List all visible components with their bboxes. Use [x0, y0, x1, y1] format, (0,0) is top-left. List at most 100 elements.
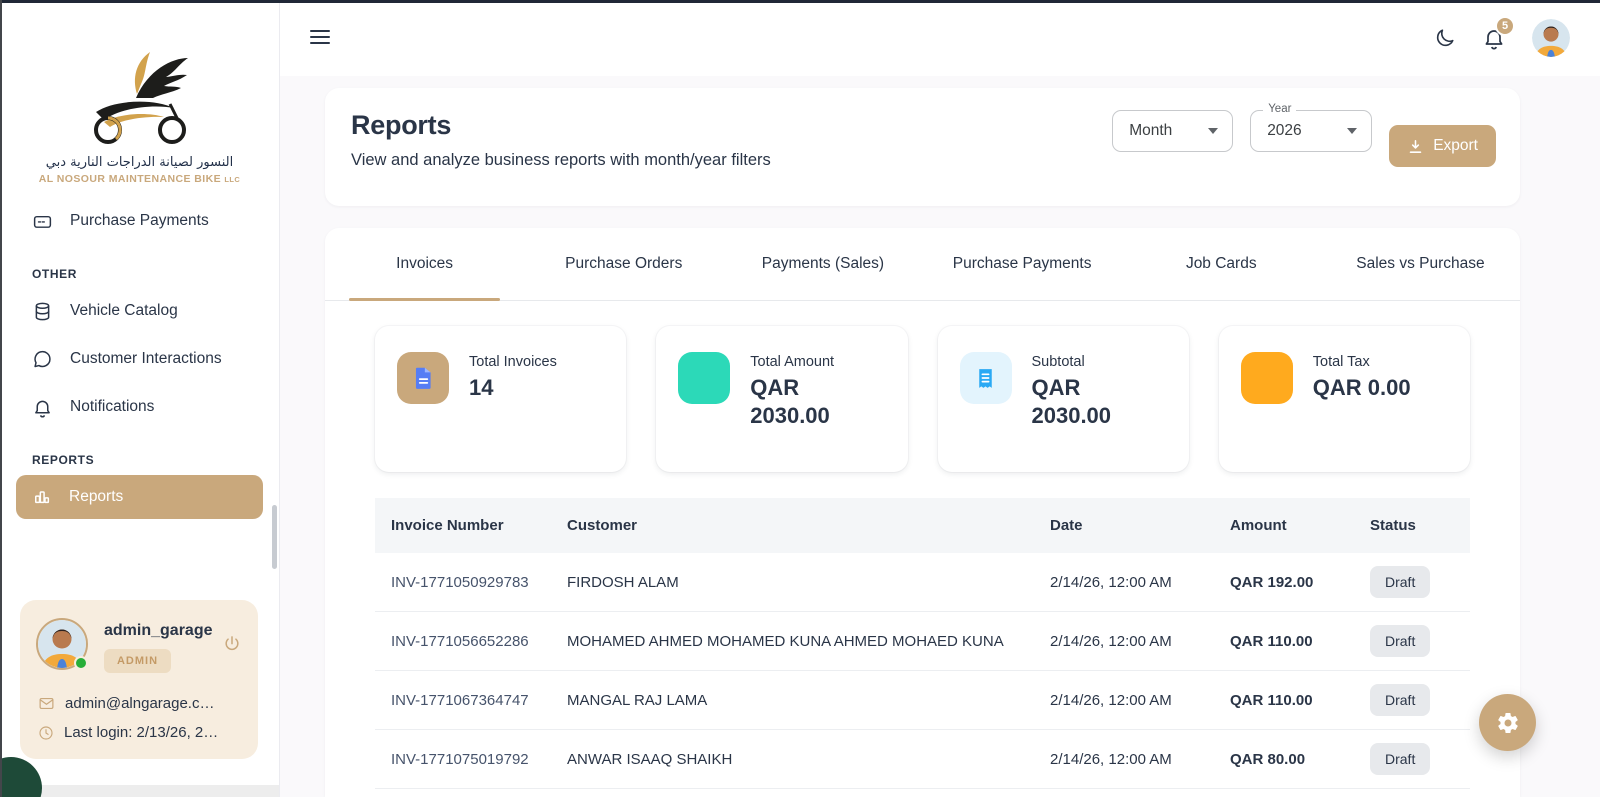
cell-invoice-number: INV-1771050929783	[375, 574, 567, 591]
topbar: 5	[280, 0, 1600, 76]
database-icon	[32, 301, 53, 322]
sidebar-scrollbar[interactable]	[272, 505, 277, 569]
table-row[interactable]: INV-1771075019792 ANWAR ISAAQ SHAIKH 2/1…	[375, 730, 1470, 789]
page-header-card: Reports View and analyze business report…	[325, 88, 1520, 206]
stat-label: Subtotal	[1032, 354, 1158, 370]
table-row[interactable]: INV-1771050929783 FIRDOSH ALAM 2/14/26, …	[375, 553, 1470, 612]
cell-amount: QAR 110.00	[1230, 633, 1370, 650]
moon-icon	[1433, 27, 1456, 50]
table-row[interactable]: INV-1771056652286 MOHAMED AHMED MOHAMED …	[375, 612, 1470, 671]
gear-icon	[1496, 711, 1520, 735]
stat-value: QAR 0.00	[1313, 374, 1411, 402]
table-row[interactable]: INV-1771067364747 MANGAL RAJ LAMA 2/14/2…	[375, 671, 1470, 730]
main-content: Reports View and analyze business report…	[280, 76, 1600, 797]
invoices-table: Invoice Number Customer Date Amount Stat…	[375, 498, 1470, 789]
cell-amount: QAR 192.00	[1230, 574, 1370, 591]
chevron-down-icon	[1208, 128, 1218, 134]
tab-purchase-orders[interactable]: Purchase Orders	[524, 228, 723, 300]
sidebar-item-customer-interactions[interactable]: Customer Interactions	[16, 337, 263, 381]
company-logo[interactable]: النسور لصيانة الدراجات النارية دبي AL NO…	[0, 0, 279, 185]
sidebar-section-reports: REPORTS	[32, 453, 279, 467]
download-icon	[1407, 138, 1424, 155]
cell-invoice-number: INV-1771075019792	[375, 751, 567, 768]
user-profile-card: admin_garage ADMIN admin@alngarage.c… La…	[20, 600, 258, 759]
page-title: Reports	[351, 110, 451, 141]
logo-arabic-text: النسور لصيانة الدراجات النارية دبي	[0, 155, 279, 170]
month-filter-value: Month	[1129, 122, 1172, 140]
stat-value: QAR 2030.00	[750, 374, 876, 429]
power-icon	[222, 634, 242, 654]
col-invoice-number: Invoice Number	[375, 517, 567, 534]
settings-fab[interactable]	[1479, 694, 1536, 751]
credit-card-icon	[32, 211, 53, 232]
chat-bubble-icon	[32, 349, 53, 370]
menu-toggle-button[interactable]	[310, 30, 330, 44]
stat-label: Total Tax	[1313, 354, 1411, 370]
tab-invoices[interactable]: Invoices	[325, 228, 524, 300]
tax-icon	[1241, 352, 1293, 404]
stat-total-amount: Total Amount QAR 2030.00	[656, 326, 907, 472]
online-status-dot	[74, 656, 88, 670]
cell-amount: QAR 110.00	[1230, 692, 1370, 709]
invoice-document-icon	[410, 365, 436, 391]
sidebar-item-reports[interactable]: Reports	[16, 475, 263, 519]
receipt-icon	[973, 366, 998, 391]
sidebar-item-purchase-payments[interactable]: Purchase Payments	[16, 199, 263, 243]
avatar[interactable]	[1532, 19, 1570, 57]
logo-llc-suffix: LLC	[224, 175, 240, 184]
whatsapp-fab-partial[interactable]	[0, 757, 42, 797]
stat-subtotal: Subtotal QAR 2030.00	[938, 326, 1189, 472]
sidebar-nav: Purchase Payments OTHER Vehicle Catalog …	[0, 199, 279, 519]
cell-date: 2/14/26, 12:00 AM	[1050, 751, 1230, 768]
sidebar-section-other: OTHER	[32, 267, 279, 281]
cell-date: 2/14/26, 12:00 AM	[1050, 692, 1230, 709]
sidebar-item-notifications[interactable]: Notifications	[16, 385, 263, 429]
table-header-row: Invoice Number Customer Date Amount Stat…	[375, 498, 1470, 553]
col-customer: Customer	[567, 517, 1050, 534]
stat-label: Total Invoices	[469, 354, 557, 370]
tab-job-cards[interactable]: Job Cards	[1122, 228, 1321, 300]
cell-customer: MANGAL RAJ LAMA	[567, 692, 1050, 709]
stat-total-invoices: Total Invoices 14	[375, 326, 626, 472]
col-date: Date	[1050, 517, 1230, 534]
sidebar: النسور لصيانة الدراجات النارية دبي AL NO…	[0, 0, 280, 797]
cell-invoice-number: INV-1771056652286	[375, 633, 567, 650]
cell-date: 2/14/26, 12:00 AM	[1050, 633, 1230, 650]
year-filter-select[interactable]: Year 2026	[1250, 110, 1372, 152]
cell-invoice-number: INV-1771067364747	[375, 692, 567, 709]
cell-customer: FIRDOSH ALAM	[567, 574, 1050, 591]
user-avatar-image	[1532, 19, 1570, 57]
window-left-edge	[0, 0, 2, 797]
dark-mode-toggle[interactable]	[1433, 27, 1456, 50]
col-amount: Amount	[1230, 517, 1370, 534]
cell-customer: MOHAMED AHMED MOHAMED KUNA AHMED MOHAED …	[567, 633, 1050, 650]
cell-customer: ANWAR ISAAQ SHAIKH	[567, 751, 1050, 768]
reports-card: Invoices Purchase Orders Payments (Sales…	[325, 228, 1520, 797]
cell-date: 2/14/26, 12:00 AM	[1050, 574, 1230, 591]
month-filter-select[interactable]: Month	[1112, 110, 1233, 152]
status-badge: Draft	[1370, 566, 1430, 598]
notifications-button[interactable]: 5	[1482, 26, 1506, 50]
sidebar-item-label: Customer Interactions	[70, 350, 222, 368]
export-button[interactable]: Export	[1389, 125, 1496, 167]
tab-purchase-payments[interactable]: Purchase Payments	[923, 228, 1122, 300]
stat-value: 14	[469, 374, 557, 402]
profile-last-login: Last login: 2/13/26, 2…	[64, 724, 218, 741]
avatar[interactable]	[36, 618, 88, 670]
cell-amount: QAR 80.00	[1230, 751, 1370, 768]
sidebar-item-label: Notifications	[70, 398, 154, 416]
tab-sales-vs-purchase[interactable]: Sales vs Purchase	[1321, 228, 1520, 300]
window-top-edge	[0, 0, 1600, 3]
sidebar-item-vehicle-catalog[interactable]: Vehicle Catalog	[16, 289, 263, 333]
tab-payments-sales[interactable]: Payments (Sales)	[723, 228, 922, 300]
stat-total-tax: Total Tax QAR 0.00	[1219, 326, 1470, 472]
profile-username: admin_garage	[104, 622, 212, 640]
amount-icon	[678, 352, 730, 404]
sidebar-horizontal-scrollbar[interactable]	[0, 785, 280, 797]
role-badge: ADMIN	[104, 649, 171, 673]
stat-label: Total Amount	[750, 354, 876, 370]
status-badge: Draft	[1370, 743, 1430, 775]
logo-english-text: AL NOSOUR MAINTENANCE BIKE	[39, 173, 221, 185]
status-badge: Draft	[1370, 684, 1430, 716]
logout-button[interactable]	[222, 634, 242, 657]
